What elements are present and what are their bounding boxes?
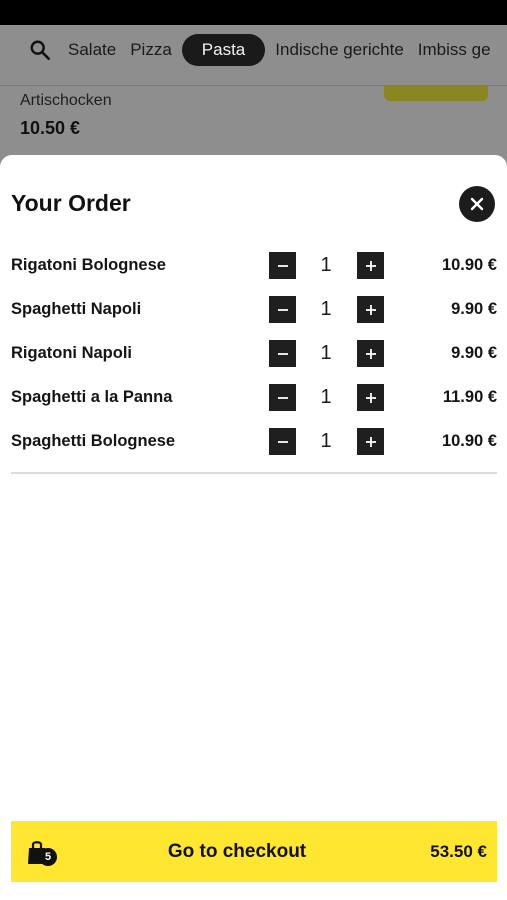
plus-icon — [365, 436, 376, 447]
decrease-quantity-button[interactable] — [269, 252, 296, 279]
order-list: Rigatoni Bolognese 1 10.90 € Spaghetti N… — [0, 243, 507, 463]
order-row: Rigatoni Napoli 1 9.90 € — [0, 331, 507, 375]
item-name: Spaghetti Napoli — [11, 300, 142, 318]
order-row: Spaghetti a la Panna 1 11.90 € — [0, 375, 507, 419]
checkout-label: Go to checkout — [167, 841, 307, 862]
order-sheet: Your Order Rigatoni Bolognese 1 10.90 € … — [0, 155, 507, 900]
background-item-price: 10.50 € — [20, 118, 81, 138]
close-icon — [470, 197, 484, 211]
order-title: Your Order — [11, 190, 131, 216]
category-tab-imbiss[interactable]: Imbiss ge — [418, 34, 491, 66]
background-add-button — [384, 86, 488, 101]
minus-icon — [277, 396, 288, 399]
plus-icon — [365, 348, 376, 359]
plus-icon — [365, 260, 376, 271]
item-name: Spaghetti Bolognese — [11, 432, 176, 450]
checkout-button[interactable]: 5 Go to checkout 53.50 € — [11, 821, 497, 882]
item-quantity: 1 — [320, 254, 332, 276]
category-tab-indische-gerichte[interactable]: Indische gerichte — [275, 34, 404, 66]
plus-icon — [365, 304, 376, 315]
order-row: Rigatoni Bolognese 1 10.90 € — [0, 243, 507, 287]
item-name: Spaghetti a la Panna — [11, 388, 173, 406]
item-price: 9.90 € — [451, 344, 497, 362]
increase-quantity-button[interactable] — [357, 340, 384, 367]
minus-icon — [277, 308, 288, 311]
order-row: Spaghetti Napoli 1 9.90 € — [0, 287, 507, 331]
item-quantity: 1 — [320, 386, 332, 408]
plus-icon — [365, 392, 376, 403]
item-quantity: 1 — [320, 342, 332, 364]
category-tab-salate[interactable]: Salate — [68, 34, 116, 66]
status-bar — [0, 0, 507, 25]
minus-icon — [277, 440, 288, 443]
order-list-divider — [11, 472, 497, 474]
minus-icon — [277, 352, 288, 355]
background-item-name: Artischocken — [20, 92, 112, 109]
item-name: Rigatoni Napoli — [11, 344, 132, 362]
category-tab-pizza[interactable]: Pizza — [130, 34, 172, 66]
item-price: 10.90 € — [441, 256, 497, 274]
item-quantity: 1 — [320, 430, 332, 452]
increase-quantity-button[interactable] — [357, 252, 384, 279]
decrease-quantity-button[interactable] — [269, 428, 296, 455]
increase-quantity-button[interactable] — [357, 384, 384, 411]
close-button[interactable] — [459, 186, 495, 222]
item-quantity: 1 — [320, 298, 332, 320]
checkout-total: 53.50 € — [430, 842, 487, 861]
item-price: 10.90 € — [441, 432, 497, 450]
item-name: Rigatoni Bolognese — [11, 256, 166, 274]
item-price: 9.90 € — [451, 300, 497, 318]
order-row: Spaghetti Bolognese 1 10.90 € — [0, 419, 507, 463]
decrease-quantity-button[interactable] — [269, 384, 296, 411]
search-icon[interactable] — [29, 39, 51, 61]
increase-quantity-button[interactable] — [357, 428, 384, 455]
increase-quantity-button[interactable] — [357, 296, 384, 323]
decrease-quantity-button[interactable] — [269, 340, 296, 367]
decrease-quantity-button[interactable] — [269, 296, 296, 323]
item-price: 11.90 € — [442, 388, 497, 406]
minus-icon — [277, 264, 288, 267]
category-tab-pasta[interactable]: Pasta — [181, 34, 266, 66]
category-bar: Salate Pizza Pasta Indische gerichte Imb… — [0, 25, 507, 75]
